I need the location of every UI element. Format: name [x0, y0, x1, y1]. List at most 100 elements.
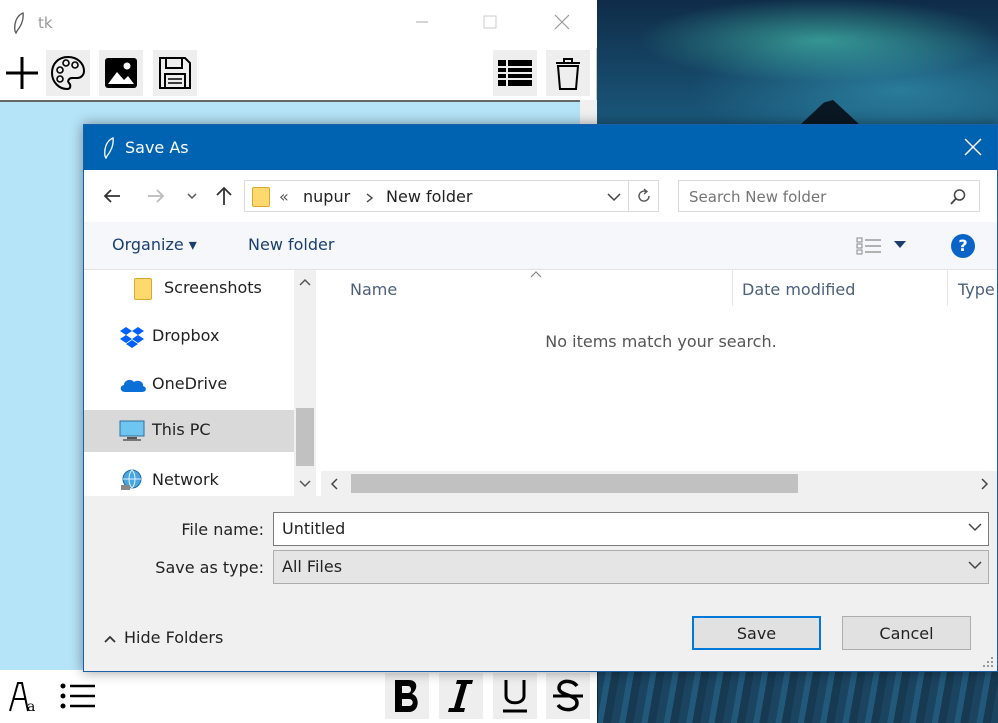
back-arrow-icon[interactable] [102, 186, 122, 206]
nav-item-screenshots[interactable]: Screenshots [84, 270, 294, 308]
nav-item-label: OneDrive [152, 374, 228, 393]
tk-titlebar: tk [0, 0, 597, 48]
save-button[interactable]: Save [692, 616, 821, 650]
folder-icon [252, 187, 270, 207]
recent-locations-chevron-icon[interactable] [186, 190, 198, 202]
tk-format-bar: a [0, 671, 597, 723]
tk-toolbar [0, 50, 597, 98]
scroll-down-icon[interactable] [299, 480, 311, 488]
column-header-name[interactable]: Name [350, 280, 397, 299]
refresh-button[interactable] [629, 180, 659, 212]
file-name-history-chevron-icon[interactable] [968, 521, 982, 533]
floppy-disk-icon [159, 57, 191, 89]
forward-arrow-icon[interactable] [146, 186, 166, 206]
nav-item-network[interactable]: Network [84, 462, 294, 500]
column-header-type[interactable]: Type [958, 280, 995, 299]
trash-icon [556, 58, 580, 90]
nav-item-onedrive[interactable]: OneDrive [84, 366, 294, 404]
nav-item-label: Dropbox [152, 326, 220, 345]
new-button[interactable] [0, 50, 44, 96]
dialog-title: Save As [125, 138, 189, 157]
cancel-button[interactable]: Cancel [842, 616, 971, 650]
save-as-dialog: Save As « nupur New folder Search New fo… [83, 124, 998, 672]
resize-grip-icon[interactable] [983, 657, 993, 667]
hide-folders-label: Hide Folders [124, 628, 224, 647]
refresh-icon [637, 188, 650, 202]
list-view-button[interactable] [493, 50, 537, 96]
font-button[interactable]: a [2, 673, 46, 719]
navigation-pane: Screenshots Dropbox OneDrive This PC Net… [84, 270, 321, 496]
command-bar: Organize ▾ New folder ? [84, 222, 997, 270]
desktop-ice [598, 670, 998, 723]
scroll-thumb[interactable] [296, 408, 314, 466]
italic-button[interactable] [439, 673, 483, 719]
plus-icon [6, 57, 38, 89]
dialog-close-icon[interactable] [962, 136, 984, 158]
maximize-button[interactable] [480, 14, 500, 34]
close-icon [554, 14, 570, 30]
breadcrumb-separator-icon [366, 193, 374, 203]
strikethrough-icon [553, 679, 583, 712]
desktop-rock [800, 100, 860, 125]
file-list: Name Date modified Type No items match y… [321, 270, 997, 496]
tk-window-title: tk [38, 14, 53, 32]
up-arrow-icon[interactable] [214, 185, 234, 207]
save-as-type-select[interactable]: All Files [273, 550, 989, 584]
save-as-type-value: All Files [282, 557, 343, 576]
column-header-date-modified[interactable]: Date modified [742, 280, 855, 299]
breadcrumb-nupur[interactable]: nupur [303, 187, 350, 206]
close-button[interactable] [552, 14, 572, 34]
nav-item-label: Screenshots [164, 278, 262, 297]
help-button[interactable]: ? [951, 234, 975, 258]
save-as-type-chevron-icon[interactable] [968, 559, 982, 571]
insert-image-button[interactable] [99, 50, 143, 96]
view-options-icon[interactable] [856, 237, 882, 255]
font-icon: a [9, 682, 35, 715]
scroll-left-icon[interactable] [330, 478, 338, 490]
file-name-label: File name: [181, 520, 264, 539]
nav-item-dropbox[interactable]: Dropbox [84, 318, 294, 356]
folder-icon [134, 278, 152, 300]
bullet-list-button[interactable] [55, 673, 99, 719]
breadcrumb-overflow[interactable]: « [279, 187, 289, 206]
svg-text:a: a [27, 699, 35, 715]
new-folder-button[interactable]: New folder [248, 235, 334, 254]
color-palette-button[interactable] [46, 50, 90, 96]
strikethrough-button[interactable] [546, 673, 590, 719]
save-as-type-label: Save as type: [155, 558, 264, 577]
column-separator[interactable] [732, 270, 733, 306]
scroll-right-icon[interactable] [981, 478, 989, 490]
underline-button[interactable] [493, 673, 537, 719]
save-file-button[interactable] [153, 50, 197, 96]
search-box[interactable] [678, 180, 980, 212]
dialog-titlebar: Save As [84, 125, 997, 170]
tk-feather-icon [14, 12, 24, 34]
maximize-icon [483, 15, 497, 29]
nav-item-label: This PC [152, 420, 211, 439]
navigation-pane-scrollbar[interactable] [294, 270, 316, 496]
image-icon [105, 58, 137, 88]
bold-icon [395, 680, 418, 712]
breadcrumb-new-folder[interactable]: New folder [386, 187, 472, 206]
delete-button[interactable] [546, 50, 590, 96]
minimize-button[interactable] [412, 14, 432, 34]
bullet-list-icon [60, 683, 95, 709]
organize-button[interactable]: Organize ▾ [112, 235, 197, 254]
bold-button[interactable] [385, 673, 429, 719]
network-icon [121, 469, 142, 490]
file-name-input[interactable] [282, 519, 942, 538]
onedrive-icon [120, 379, 146, 392]
file-name-field[interactable] [273, 512, 989, 546]
file-list-horizontal-scrollbar[interactable] [321, 471, 997, 496]
nav-item-this-pc[interactable]: This PC [84, 410, 294, 452]
dialog-bottom-pane: File name: Save as type: All Files Hide … [84, 496, 997, 671]
scroll-thumb[interactable] [351, 474, 798, 493]
hide-folders-button[interactable]: Hide Folders [104, 628, 223, 647]
column-separator[interactable] [947, 270, 948, 306]
empty-list-message: No items match your search. [545, 332, 777, 351]
address-bar[interactable]: « nupur New folder [244, 180, 629, 212]
scroll-up-icon[interactable] [299, 278, 311, 286]
search-input[interactable] [689, 186, 939, 208]
view-dropdown-chevron-icon[interactable] [894, 241, 906, 249]
address-dropdown-chevron-icon[interactable] [607, 191, 621, 203]
